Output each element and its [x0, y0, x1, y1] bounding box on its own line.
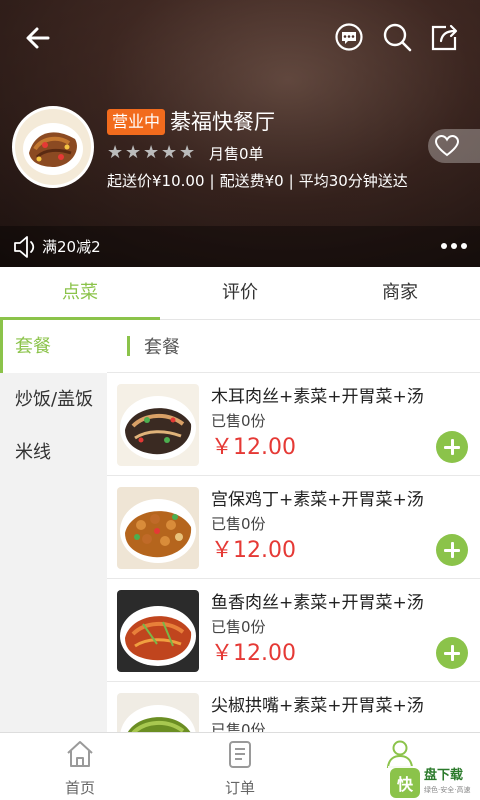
- dish-image: [117, 384, 199, 466]
- nav-label: 订单: [224, 779, 255, 797]
- nav-orders[interactable]: 订单: [160, 733, 320, 800]
- category-item-rice-noodles[interactable]: 米线: [0, 426, 107, 479]
- order-icon: [229, 741, 251, 768]
- avg-delivery-time: 平均30分钟送达: [298, 172, 408, 190]
- dish-image: [117, 590, 199, 672]
- star-icon: ★: [107, 142, 124, 163]
- share-button[interactable]: [428, 20, 462, 54]
- dish-item[interactable]: 木耳肉丝+素菜+开胃菜+汤 已售0份 ￥12.00: [107, 373, 480, 476]
- star-icon: ★: [161, 142, 178, 163]
- add-to-cart-button[interactable]: [436, 637, 468, 669]
- add-to-cart-button[interactable]: [436, 534, 468, 566]
- shop-header: 营业中 綦福快餐厅 ★ ★ ★ ★ ★ 月售0单 起送价¥10.00 | 配送费…: [0, 0, 480, 267]
- dish-name: 尖椒拱嘴+素菜+开胃菜+汤: [211, 696, 424, 716]
- shop-avatar: [12, 106, 94, 188]
- search-button[interactable]: [380, 20, 414, 54]
- delivery-fee: 配送费¥0: [219, 172, 284, 190]
- watermark-title: 盘下载: [424, 768, 464, 783]
- section-header: 套餐: [107, 320, 480, 373]
- favorite-button[interactable]: [428, 129, 480, 163]
- shop-name: 綦福快餐厅: [170, 110, 275, 134]
- delivery-info: 起送价¥10.00 | 配送费¥0 | 平均30分钟送达: [107, 170, 408, 192]
- dish-name: 木耳肉丝+素菜+开胃菜+汤: [211, 387, 424, 407]
- dish-name: 宫保鸡丁+素菜+开胃菜+汤: [211, 490, 424, 510]
- watermark: 快 盘下载 绿色·安全·高速: [388, 766, 480, 800]
- speaker-icon: [14, 236, 35, 258]
- dish-item[interactable]: 尖椒拱嘴+素菜+开胃菜+汤 已售0份: [107, 682, 480, 732]
- nav-label: 首页: [64, 779, 95, 797]
- message-button[interactable]: [332, 20, 366, 54]
- monthly-sales: 月售0单: [209, 145, 264, 163]
- category-item-combo[interactable]: 套餐: [0, 320, 107, 373]
- dish-image: [117, 487, 199, 569]
- dish-list: 套餐 木耳肉丝+素菜+开胃菜+汤 已售0份 ￥12.00 宫保鸡丁+素菜+开胃菜…: [107, 320, 480, 732]
- status-badge: 营业中: [107, 109, 166, 135]
- dish-price: ￥12.00: [211, 435, 296, 460]
- star-icon: ★: [179, 142, 196, 163]
- dish-price: ￥12.00: [211, 538, 296, 563]
- tab-bar: 点菜 评价 商家: [0, 267, 480, 320]
- heart-icon: [435, 135, 459, 157]
- home-icon: [67, 741, 93, 767]
- dish-sold-count: 已售0份: [211, 412, 266, 430]
- rating-stars: ★ ★ ★ ★ ★: [107, 144, 196, 166]
- dish-sold-count: 已售0份: [211, 515, 266, 533]
- watermark-logo: 快: [390, 768, 420, 798]
- dish-image: [117, 693, 199, 732]
- chat-icon: [335, 23, 363, 51]
- tab-reviews[interactable]: 评价: [160, 267, 320, 319]
- back-arrow-icon: [26, 27, 50, 49]
- min-order: 起送价¥10.00: [107, 172, 205, 190]
- dish-name: 鱼香肉丝+素菜+开胃菜+汤: [211, 593, 424, 613]
- dish-item[interactable]: 鱼香肉丝+素菜+开胃菜+汤 已售0份 ￥12.00: [107, 579, 480, 682]
- shop-logo-image: [15, 109, 91, 185]
- back-button[interactable]: [18, 18, 58, 58]
- nav-home[interactable]: 首页: [0, 733, 160, 800]
- star-icon: ★: [143, 142, 160, 163]
- share-icon: [431, 24, 458, 51]
- dish-price: ￥12.00: [211, 641, 296, 666]
- tab-merchant[interactable]: 商家: [320, 267, 480, 319]
- watermark-subtitle: 绿色·安全·高速: [424, 786, 471, 794]
- category-item-fried-rice[interactable]: 炒饭/盖饭: [0, 373, 107, 426]
- add-to-cart-button[interactable]: [436, 431, 468, 463]
- category-list: 套餐 炒饭/盖饭 米线: [0, 320, 107, 732]
- search-icon: [383, 23, 412, 52]
- section-marker: [127, 336, 130, 356]
- more-icon[interactable]: [436, 236, 472, 256]
- separator: |: [288, 172, 294, 190]
- dish-item[interactable]: 宫保鸡丁+素菜+开胃菜+汤 已售0份 ￥12.00: [107, 476, 480, 579]
- tab-menu[interactable]: 点菜: [0, 267, 160, 320]
- section-title: 套餐: [144, 337, 180, 358]
- promo-bar[interactable]: 满20减2: [0, 226, 480, 267]
- separator: |: [209, 172, 215, 190]
- dish-sold-count: 已售0份: [211, 618, 266, 636]
- dish-sold-count: 已售0份: [211, 721, 266, 732]
- promo-text: 满20减2: [42, 238, 101, 256]
- star-icon: ★: [125, 142, 142, 163]
- profile-icon: [386, 740, 414, 768]
